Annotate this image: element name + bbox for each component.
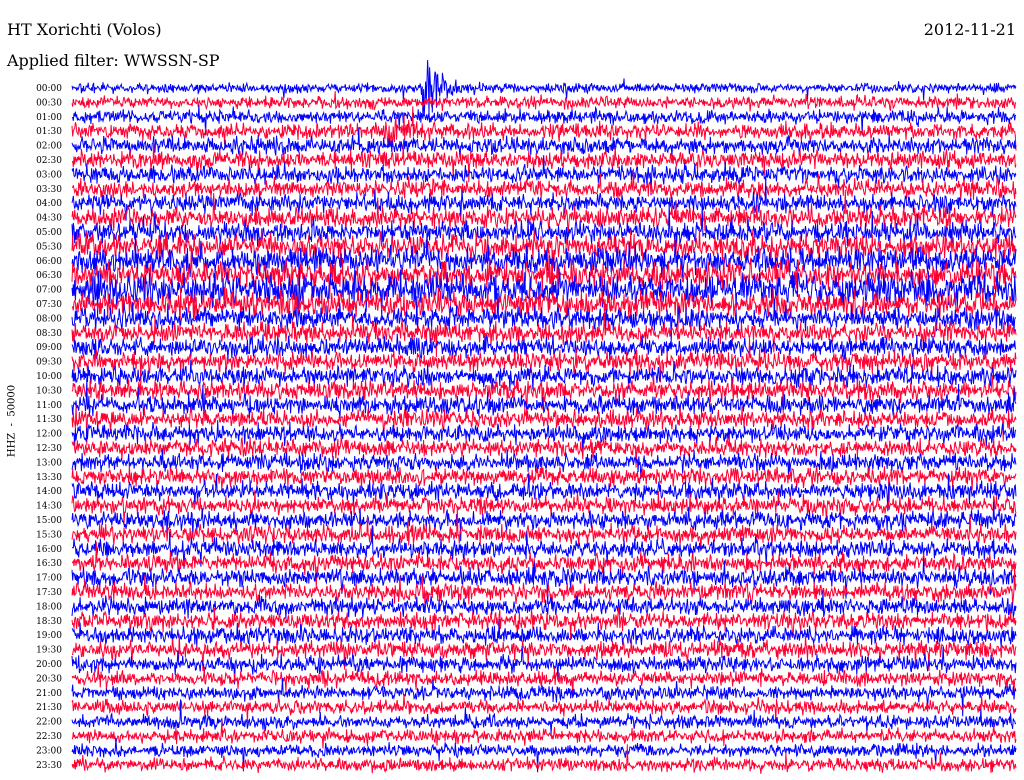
hour-label: 15:30 (36, 530, 62, 540)
hour-label: 10:30 (36, 386, 62, 396)
hour-label: 23:00 (36, 746, 62, 756)
hour-label: 04:00 (36, 199, 62, 209)
hour-label: 03:00 (36, 170, 62, 180)
hour-label: 07:00 (36, 286, 62, 296)
hour-label: 04:30 (36, 214, 62, 224)
hour-label: 13:30 (36, 473, 62, 483)
hour-label: 11:00 (36, 401, 62, 411)
hour-label: 15:00 (36, 516, 62, 526)
hour-label: 03:30 (36, 185, 62, 195)
helicorder-chart: 00:00 00:30 01:00 01:30 02:00 02:30 03:00 03:30… (36, 59, 1017, 774)
hour-label: 09:00 (36, 343, 62, 353)
trace-group (71, 59, 1017, 774)
hour-label: 05:00 (36, 228, 62, 238)
hour-label: 17:30 (36, 588, 62, 598)
hour-label: 16:30 (36, 559, 62, 569)
hour-label: 01:00 (36, 113, 62, 123)
hour-labels: 00:00 00:30 01:00 01:30 02:00 02:30 03:00 03:30… (36, 84, 62, 771)
hour-label: 21:00 (36, 689, 62, 699)
hour-label: 00:30 (36, 98, 62, 108)
hour-label: 19:30 (36, 646, 62, 656)
hour-label: 10:00 (36, 372, 62, 382)
hour-label: 19:00 (36, 631, 62, 641)
hour-label: 22:30 (36, 732, 62, 742)
hour-label: 23:30 (36, 761, 62, 771)
hour-label: 08:30 (36, 329, 62, 339)
hour-label: 17:00 (36, 574, 62, 584)
hour-label: 07:30 (36, 300, 62, 310)
hour-label: 20:30 (36, 674, 62, 684)
hour-label: 21:30 (36, 703, 62, 713)
hour-label: 16:00 (36, 545, 62, 555)
hour-label: 18:00 (36, 602, 62, 612)
hour-label: 12:00 (36, 430, 62, 440)
hour-label: 22:00 (36, 718, 62, 728)
hour-label: 00:00 (36, 84, 62, 94)
hour-label: 13:00 (36, 458, 62, 468)
hour-label: 14:00 (36, 487, 62, 497)
trace-row (71, 91, 1017, 112)
hour-label: 05:30 (36, 242, 62, 252)
hour-label: 02:30 (36, 156, 62, 166)
hour-label: 20:00 (36, 660, 62, 670)
hour-label: 06:00 (36, 257, 62, 267)
trace-row (71, 359, 1017, 391)
hour-label: 18:30 (36, 617, 62, 627)
hour-label: 08:00 (36, 314, 62, 324)
hour-label: 06:30 (36, 271, 62, 281)
hour-label: 14:30 (36, 502, 62, 512)
hour-label: 12:30 (36, 444, 62, 454)
hour-label: 02:00 (36, 142, 62, 152)
trace-row (71, 59, 1017, 117)
hour-label: 01:30 (36, 127, 62, 137)
hour-label: 09:30 (36, 358, 62, 368)
hour-label: 11:30 (36, 415, 62, 425)
trace-row (71, 677, 1017, 717)
trace-row (71, 720, 1017, 749)
